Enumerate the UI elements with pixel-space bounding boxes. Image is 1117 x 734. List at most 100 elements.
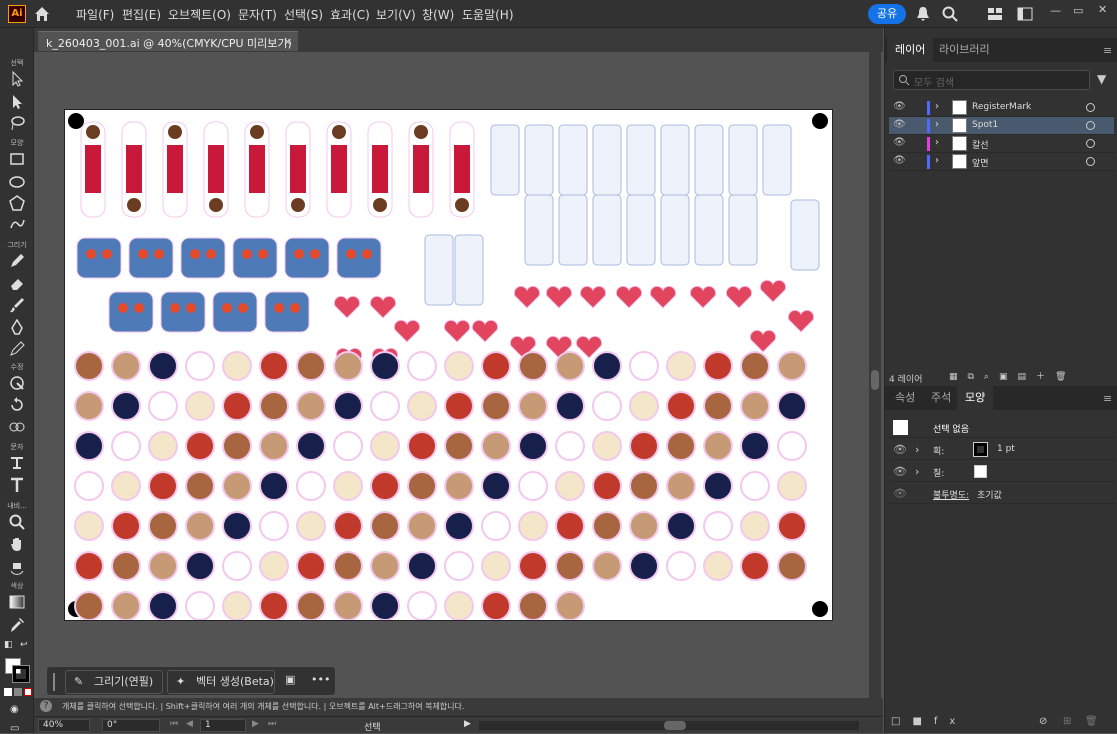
expand-chevron-icon[interactable]: › [915, 465, 919, 478]
prev-artboard-icon[interactable]: ◀ [186, 719, 193, 729]
drag-handle[interactable] [53, 673, 55, 691]
pen-tool-icon[interactable] [8, 318, 26, 336]
eraser-tool-icon[interactable] [8, 274, 26, 292]
workspace-icon[interactable] [986, 5, 1004, 23]
menu-help[interactable]: 도움말(H) [462, 6, 514, 23]
next-artboard-icon[interactable]: ▶ [252, 719, 259, 729]
rotate-view-tool-icon[interactable] [8, 557, 26, 575]
polygon-tool-icon[interactable] [8, 194, 26, 212]
layer-search-input[interactable]: 모두 검색 [893, 70, 1090, 90]
eyedropper-tool-icon[interactable] [8, 616, 26, 634]
scrollbar-thumb[interactable] [664, 721, 686, 730]
menu-view[interactable]: 보기(V) [376, 6, 416, 23]
menu-select[interactable]: 선택(S) [284, 6, 323, 23]
tab-layers[interactable]: 레이어 [887, 38, 934, 62]
type-on-path-tool-icon[interactable] [8, 454, 26, 472]
layer-actions[interactable]: ▦⧉⌕▣▤＋🗑 [949, 369, 1109, 383]
artboard-number-field[interactable]: 1 [200, 719, 246, 732]
visibility-eye-icon[interactable]: 👁 [893, 101, 906, 112]
zoom-field[interactable]: 40% [38, 719, 90, 732]
stroke-color-swatch[interactable] [973, 442, 988, 457]
home-icon[interactable] [33, 5, 51, 23]
visibility-eye-icon[interactable]: 👁 [893, 155, 906, 166]
draw-pencil-button[interactable]: ✎ 그리기(연필) [65, 670, 163, 694]
generate-vector-button[interactable]: ✦ 벡터 생성(Beta) [167, 670, 275, 694]
layer-row[interactable]: 👁 › 칼선 [889, 135, 1114, 153]
menu-file[interactable]: 파일(F) [76, 6, 114, 23]
opacity-label[interactable]: 불투명도: [933, 488, 969, 501]
expand-chevron-icon[interactable]: › [935, 119, 939, 130]
layer-target-icon[interactable] [1086, 103, 1095, 112]
delete-item-icon[interactable]: 🗑 [1085, 716, 1098, 727]
shape-builder-tool-icon[interactable] [8, 418, 26, 436]
close-icon[interactable]: ✕ [1098, 3, 1107, 16]
rotate-tool-icon[interactable] [8, 396, 26, 414]
layer-row[interactable]: 👁 › Spot1 [889, 117, 1114, 135]
opacity-row[interactable]: 👁 불투명도: 초기값 [889, 484, 1114, 504]
visibility-eye-icon[interactable]: 👁 [893, 487, 907, 500]
stroke-weight[interactable]: 1 pt [997, 444, 1015, 454]
visibility-eye-icon[interactable]: 👁 [893, 137, 906, 148]
hand-tool-icon[interactable] [8, 535, 26, 553]
panel-menu-icon[interactable]: ≡ [1103, 392, 1112, 405]
layer-target-icon[interactable] [1086, 139, 1095, 148]
menu-type[interactable]: 문자(T) [238, 6, 277, 23]
layer-name[interactable]: 앞면 [972, 156, 989, 169]
bell-icon[interactable] [914, 5, 932, 23]
swap-colors-icon[interactable]: ↩ [20, 640, 28, 650]
vertical-scrollbar-thumb[interactable] [871, 370, 879, 390]
draw-mode-icon[interactable]: ◉ [10, 704, 19, 715]
appearance-actions[interactable]: □■fx [891, 716, 1111, 730]
pencil-tool-icon[interactable] [8, 252, 26, 270]
direct-selection-tool-icon[interactable] [8, 93, 26, 111]
gradient-mode-icon[interactable] [14, 688, 22, 696]
fill-color-swatch[interactable] [974, 465, 987, 478]
gradient-tool-icon[interactable] [8, 593, 26, 611]
minimize-icon[interactable]: — [1050, 4, 1061, 17]
stroke-swatch[interactable] [12, 665, 30, 683]
ellipse-tool-icon[interactable] [8, 173, 26, 191]
stroke-row[interactable]: 👁 › 획: 1 pt [889, 440, 1114, 460]
type-tool-icon[interactable] [8, 476, 26, 494]
tab-comments[interactable]: 주석 [923, 386, 959, 410]
visibility-eye-icon[interactable]: 👁 [893, 443, 907, 456]
last-artboard-icon[interactable]: ⏭ [268, 719, 276, 729]
visibility-eye-icon[interactable]: 👁 [893, 119, 906, 130]
filter-icon[interactable]: ▼ [1097, 72, 1106, 86]
duplicate-item-icon[interactable]: ⊞ [1063, 716, 1071, 727]
help-icon[interactable]: ? [40, 700, 52, 712]
expand-chevron-icon[interactable]: › [935, 137, 939, 148]
image-options-icon[interactable]: ▣ [285, 673, 295, 686]
expand-chevron-icon[interactable]: › [935, 101, 939, 112]
visibility-eye-icon[interactable]: 👁 [893, 465, 907, 478]
selection-tool-icon[interactable] [8, 70, 26, 88]
tab-appearance[interactable]: 모양 [957, 386, 994, 410]
expand-chevron-icon[interactable]: › [935, 155, 939, 166]
close-tab-icon[interactable]: × [283, 35, 292, 48]
tab-properties[interactable]: 속성 [887, 386, 923, 410]
layer-name[interactable]: RegisterMark [972, 102, 1031, 112]
screen-mode-icon[interactable]: ▭ [10, 723, 19, 734]
color-mode-icon[interactable] [4, 688, 12, 696]
search-icon[interactable] [941, 5, 959, 23]
layer-name[interactable]: 칼선 [972, 138, 989, 151]
more-options-icon[interactable]: ••• [311, 673, 330, 686]
menu-edit[interactable]: 편집(E) [122, 6, 161, 23]
layer-row[interactable]: 👁 › RegisterMark [889, 99, 1114, 117]
fill-row[interactable]: 👁 › 칠: [889, 462, 1114, 482]
layer-name[interactable]: Spot1 [972, 120, 998, 130]
menu-object[interactable]: 오브젝트(O) [168, 6, 231, 23]
menu-window[interactable]: 창(W) [422, 6, 454, 23]
shaper-tool-icon[interactable] [8, 216, 26, 234]
sticker-artwork[interactable] [65, 110, 832, 620]
status-menu-icon[interactable]: ▶ [464, 719, 471, 729]
tab-libraries[interactable]: 라이브러리 [931, 38, 998, 62]
default-colors-icon[interactable]: ◧ [4, 640, 13, 650]
panel-menu-icon[interactable]: ≡ [1103, 44, 1112, 57]
expand-chevron-icon[interactable]: › [915, 443, 919, 456]
document-tab[interactable]: k_260403_001.ai @ 40%(CMYK/CPU 미리보기) × [38, 31, 298, 51]
artboard[interactable] [64, 109, 833, 621]
layer-row[interactable]: 👁 › 앞면 [889, 153, 1114, 171]
maximize-icon[interactable]: ▭ [1073, 4, 1083, 17]
brush-tool-icon[interactable] [8, 296, 26, 314]
